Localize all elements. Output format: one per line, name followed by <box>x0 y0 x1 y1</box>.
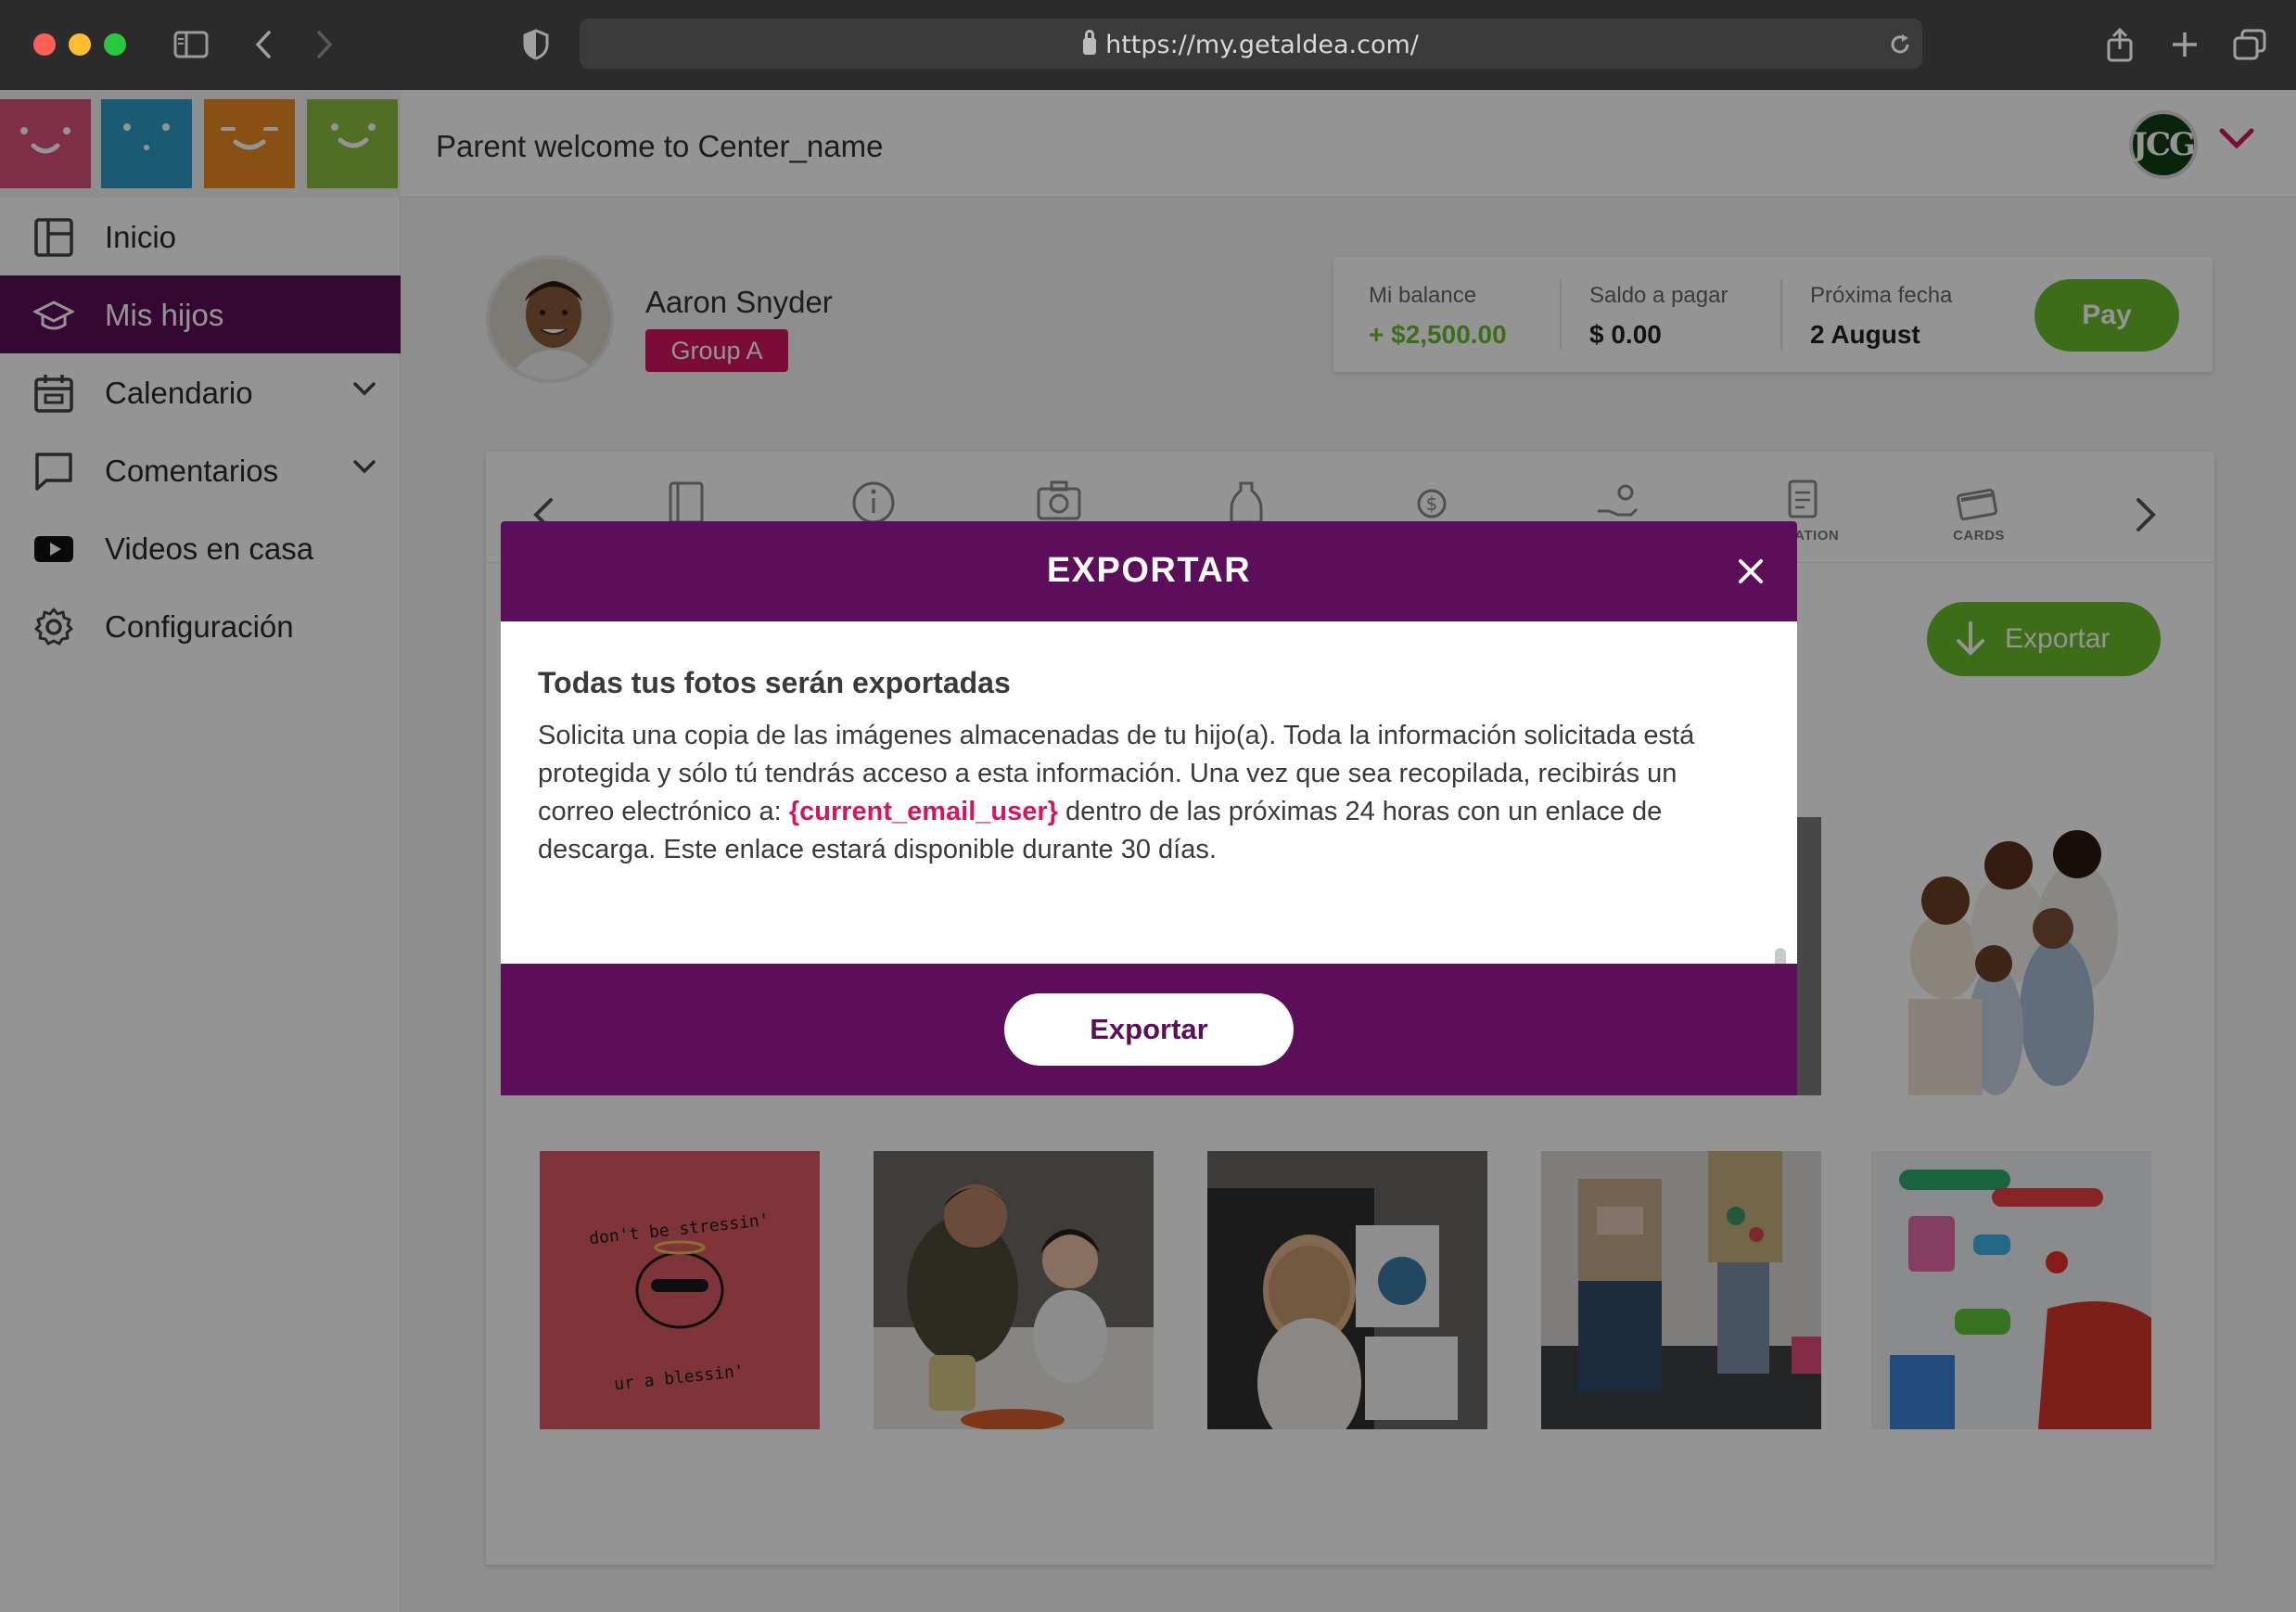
modal-heading: Todas tus fotos serán exportadas <box>538 666 1011 699</box>
new-tab-icon[interactable] <box>2162 22 2207 67</box>
app-root: Parent welcome to Center_name JCG Inicio… <box>0 90 2296 1612</box>
back-icon[interactable] <box>241 22 286 67</box>
minimize-window-button[interactable] <box>69 33 91 56</box>
browser-chrome: https://my.getaldea.com/ <box>0 0 2296 90</box>
reload-icon[interactable] <box>1878 22 1922 67</box>
maximize-window-button[interactable] <box>104 33 126 56</box>
address-bar[interactable]: https://my.getaldea.com/ <box>580 19 1922 69</box>
modal-title: EXPORTAR <box>1046 551 1252 590</box>
close-icon[interactable] <box>1732 553 1769 590</box>
modal-body: Todas tus fotos serán exportadas Solicit… <box>538 666 1753 869</box>
tab-overview-icon[interactable] <box>2227 22 2272 67</box>
shield-icon[interactable] <box>514 22 558 67</box>
sidebar-toggle-icon[interactable] <box>169 22 213 67</box>
modal-footer: Exportar <box>501 964 1797 1095</box>
modal-header: EXPORTAR <box>501 521 1797 621</box>
email-placeholder: {current_email_user} <box>788 797 1058 826</box>
share-icon[interactable] <box>2098 22 2142 67</box>
modal-export-button[interactable]: Exportar <box>1004 993 1294 1066</box>
url-text: https://my.getaldea.com/ <box>1105 31 1419 59</box>
lock-icon <box>1083 30 1097 55</box>
close-window-button[interactable] <box>33 33 56 56</box>
forward-icon[interactable] <box>302 22 347 67</box>
modal-description: Solicita una copia de las imágenes almac… <box>538 717 1753 869</box>
